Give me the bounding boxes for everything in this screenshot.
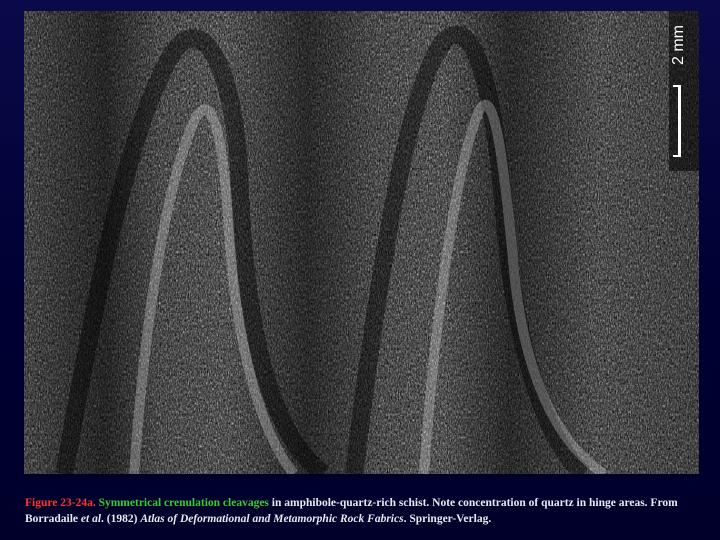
caption-body-3: . Springer-Verlag. bbox=[403, 513, 492, 525]
scale-bar bbox=[678, 85, 681, 157]
caption-book-title: Atlas of Deformational and Metamorphic R… bbox=[140, 513, 404, 525]
caption-body-2: . (1982) bbox=[101, 513, 141, 525]
scale-tick-bottom bbox=[673, 155, 681, 157]
scale-label: 2 mm bbox=[670, 25, 687, 65]
caption-et-al: et al bbox=[80, 513, 102, 525]
micrograph-image bbox=[24, 11, 699, 474]
figure-caption: Figure 23-24a. Symmetrical crenulation c… bbox=[25, 495, 705, 527]
caption-highlight: Symmetrical crenulation cleavages bbox=[98, 497, 269, 509]
thin-section-micrograph: 2 mm bbox=[24, 11, 699, 474]
scale-bar-group: 2 mm bbox=[669, 11, 699, 171]
slide: 2 mm Figure 23-24a. Symmetrical crenulat… bbox=[0, 0, 720, 540]
figure-label: Figure 23-24a. bbox=[25, 497, 96, 509]
